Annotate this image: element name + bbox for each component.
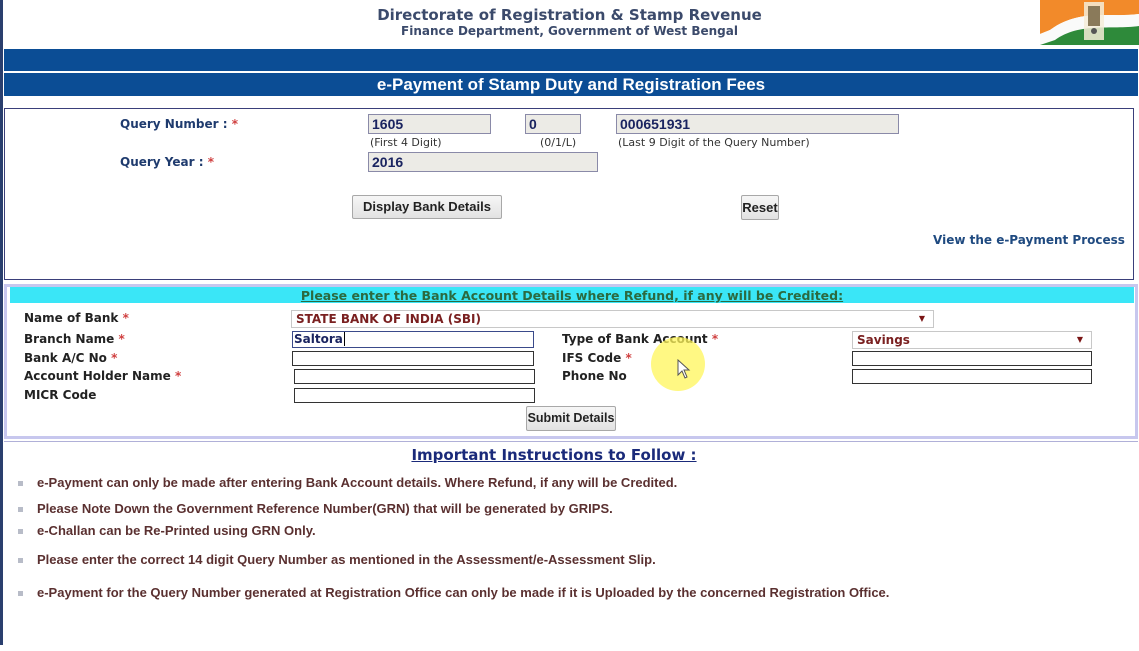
query-type-input[interactable]: 0 [525, 114, 581, 134]
mouse-pointer-icon [677, 359, 691, 379]
bullet-icon [18, 558, 23, 563]
bank-name-label: Name of Bank * [24, 311, 129, 325]
required-mark: * [711, 332, 719, 346]
page-banner-title: e-Payment of Stamp Duty and Registration… [4, 73, 1138, 96]
last9-hint: (Last 9 Digit of the Query Number) [618, 136, 810, 149]
branch-name-input[interactable]: Saltora [292, 331, 534, 348]
bullet-icon [18, 507, 23, 512]
required-mark: * [625, 351, 632, 365]
ifsc-code-label: IFS Code * [562, 351, 632, 365]
branch-name-value: Saltora [294, 332, 343, 346]
ifsc-code-input[interactable] [852, 351, 1092, 366]
instruction-item: e-Challan can be Re-Printed using GRN On… [37, 523, 316, 538]
branch-name-label: Branch Name * [24, 332, 125, 346]
required-mark: * [122, 311, 129, 325]
instruction-item: Please Note Down the Government Referenc… [37, 501, 613, 516]
micr-code-input[interactable] [294, 388, 535, 403]
top-nav-bar [4, 49, 1138, 71]
bank-name-selected: STATE BANK OF INDIA (SBI) [296, 312, 481, 326]
account-no-label: Bank A/C No * [24, 351, 118, 365]
view-payment-process-link[interactable]: View the e-Payment Process [933, 233, 1125, 247]
instruction-item: e-Payment can only be made after enterin… [37, 475, 678, 490]
account-no-input[interactable] [292, 351, 534, 366]
required-mark: * [207, 155, 214, 169]
query-year-input[interactable]: 2016 [368, 152, 598, 172]
dropdown-arrow-icon: ▼ [918, 314, 925, 323]
required-mark: * [111, 351, 118, 365]
display-bank-details-button[interactable]: Display Bank Details [352, 195, 502, 219]
query-number-label: Query Number : * [120, 117, 238, 131]
bank-heading: Please enter the Bank Account Details wh… [300, 288, 844, 303]
account-holder-input[interactable] [294, 369, 535, 384]
instructions-title: Important Instructions to Follow : [411, 446, 697, 464]
query-first4-input[interactable]: 1605 [368, 114, 491, 134]
required-mark: * [118, 332, 125, 346]
required-mark: * [174, 369, 182, 383]
instruction-item: e-Payment for the Query Number generated… [37, 585, 890, 600]
account-type-select[interactable]: Savings ▼ [852, 331, 1092, 349]
bullet-icon [18, 591, 23, 596]
account-type-selected: Savings [857, 333, 910, 347]
query-last9-input[interactable]: 000651931 [616, 114, 899, 134]
phone-no-label: Phone No [562, 369, 627, 383]
bank-name-select[interactable]: STATE BANK OF INDIA (SBI) ▼ [291, 310, 934, 328]
query-year-label: Query Year : * [120, 155, 214, 169]
bullet-icon [18, 529, 23, 534]
instruction-item: Please enter the correct 14 digit Query … [37, 552, 656, 567]
instructions-panel [4, 441, 1138, 651]
phone-no-input[interactable] [852, 369, 1092, 384]
type-hint: (0/1/L) [540, 136, 577, 149]
site-subtitle: Finance Department, Government of West B… [401, 24, 738, 38]
required-mark: * [231, 117, 238, 131]
first4-hint: (First 4 Digit) [370, 136, 442, 149]
submit-details-button[interactable]: Submit Details [526, 406, 616, 431]
flag-emblem-icon [1040, 0, 1139, 45]
dropdown-arrow-icon: ▼ [1076, 335, 1083, 344]
emblem-logo [1040, 0, 1139, 45]
bullet-icon [18, 481, 23, 486]
site-title: Directorate of Registration & Stamp Reve… [377, 6, 762, 24]
micr-code-label: MICR Code [24, 388, 97, 402]
account-holder-label: Account Holder Name * [24, 369, 182, 383]
window-left-edge [0, 0, 3, 645]
text-caret [343, 332, 345, 346]
reset-button[interactable]: Reset [741, 195, 779, 220]
